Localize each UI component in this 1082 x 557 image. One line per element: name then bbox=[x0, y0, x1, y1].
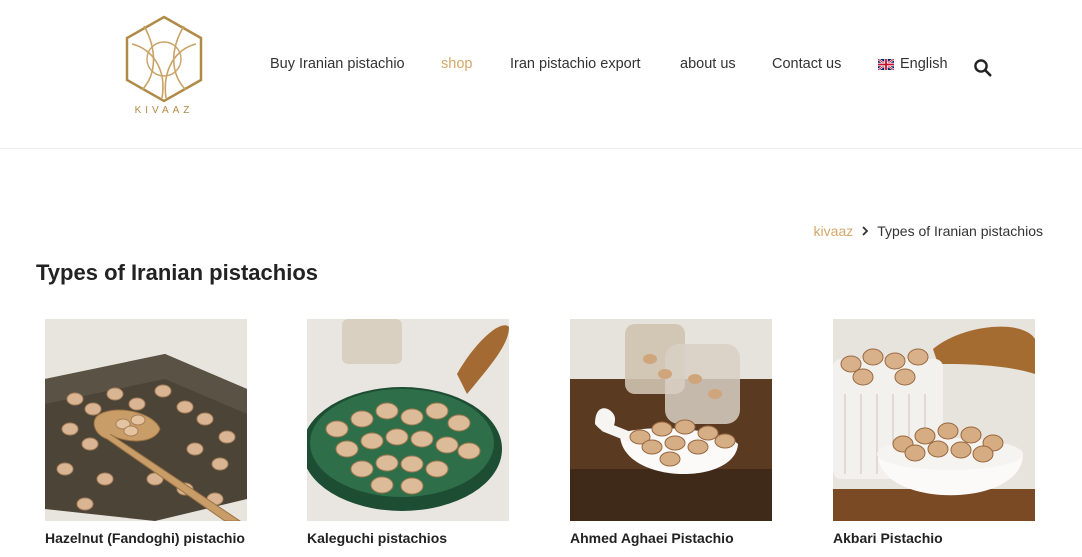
nav-item-contact-us[interactable]: Contact us bbox=[772, 56, 841, 72]
language-switcher[interactable]: English bbox=[878, 56, 948, 72]
page-title: Types of Iranian pistachios bbox=[36, 260, 318, 285]
product-card: Kaleguchi pistachios bbox=[307, 319, 509, 546]
nav-item-shop[interactable]: shop bbox=[441, 56, 472, 72]
search-icon[interactable] bbox=[973, 58, 993, 78]
nav-item-about-us[interactable]: about us bbox=[680, 56, 736, 72]
breadcrumb: kivaaz Types of Iranian pistachios bbox=[814, 223, 1043, 239]
product-image[interactable] bbox=[45, 319, 247, 521]
product-card: Ahmed Aghaei Pistachio bbox=[570, 319, 772, 546]
site-logo[interactable]: KIVAAZ bbox=[122, 14, 206, 120]
product-name[interactable]: Akbari Pistachio bbox=[833, 530, 1035, 546]
product-image[interactable] bbox=[570, 319, 772, 521]
breadcrumb-home-link[interactable]: kivaaz bbox=[814, 223, 854, 239]
nav-item-iran-pistachio-export[interactable]: Iran pistachio export bbox=[510, 56, 641, 72]
chevron-right-icon bbox=[862, 226, 869, 236]
product-name[interactable]: Hazelnut (Fandoghi) pistachio bbox=[45, 530, 247, 546]
logo-text: KIVAAZ bbox=[134, 105, 194, 116]
breadcrumb-current: Types of Iranian pistachios bbox=[877, 223, 1043, 239]
uk-flag-icon bbox=[878, 58, 894, 70]
product-image[interactable] bbox=[833, 319, 1035, 521]
site-header: KIVAAZ Buy Iranian pistachio shop Iran p… bbox=[0, 0, 1082, 149]
product-image[interactable] bbox=[307, 319, 509, 521]
product-card: Hazelnut (Fandoghi) pistachio bbox=[45, 319, 247, 546]
product-name[interactable]: Ahmed Aghaei Pistachio bbox=[570, 530, 772, 546]
nav-item-buy-iranian-pistachio[interactable]: Buy Iranian pistachio bbox=[270, 56, 405, 72]
hexagon-logo-icon bbox=[125, 15, 203, 103]
product-card: Akbari Pistachio bbox=[833, 319, 1035, 546]
language-label: English bbox=[900, 56, 948, 72]
product-name[interactable]: Kaleguchi pistachios bbox=[307, 530, 509, 546]
